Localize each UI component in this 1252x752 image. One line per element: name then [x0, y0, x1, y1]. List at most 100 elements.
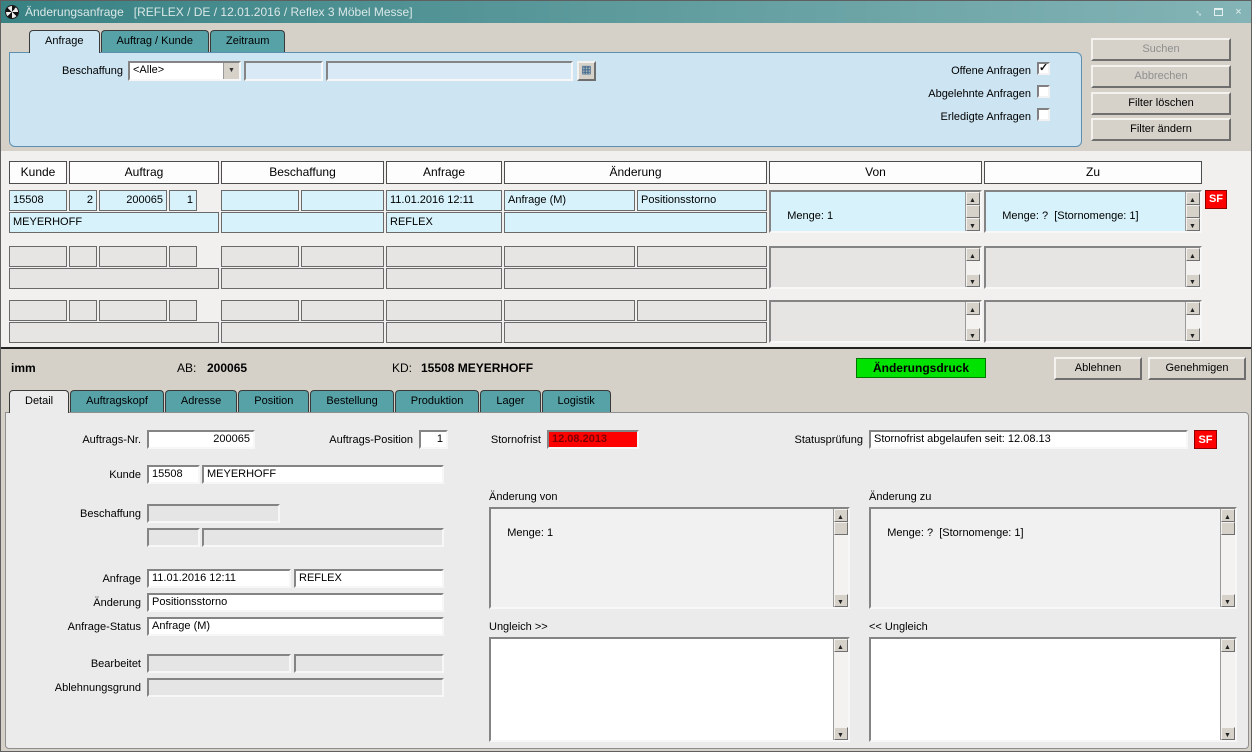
beschaffung-field-3[interactable] — [202, 528, 444, 547]
grid-empty-cell[interactable] — [386, 322, 502, 343]
scroll-thumb[interactable] — [1186, 205, 1200, 218]
scroll-up-icon[interactable] — [1221, 509, 1235, 522]
grid-zu-box[interactable]: Menge: ? [Stornomenge: 1] — [984, 190, 1202, 233]
scroll-down-icon[interactable] — [1186, 274, 1200, 287]
ablehnungsgrund-field[interactable] — [147, 678, 444, 697]
grid-empty-cell[interactable] — [221, 268, 384, 289]
maximize-icon[interactable] — [1210, 5, 1227, 20]
grid-empty-cell[interactable] — [9, 246, 67, 267]
scroll-thumb[interactable] — [1221, 522, 1235, 535]
scroll-up-icon[interactable] — [1186, 248, 1200, 261]
tab-position[interactable]: Position — [238, 390, 309, 412]
scroll-up-icon[interactable] — [966, 302, 980, 315]
scrollbar[interactable] — [1185, 248, 1200, 287]
scroll-up-icon[interactable] — [966, 248, 980, 261]
scroll-down-icon[interactable] — [966, 328, 980, 341]
cell-beschaffung-1[interactable] — [221, 190, 299, 211]
stornofrist-field[interactable]: 12.08.2013 — [547, 430, 639, 449]
grid-von-box-empty[interactable] — [769, 246, 982, 289]
titlebar[interactable]: Änderungsanfrage [REFLEX / DE / 12.01.20… — [1, 1, 1251, 23]
scroll-track[interactable] — [1186, 315, 1200, 328]
scroll-track[interactable] — [966, 315, 980, 328]
cancel-button[interactable]: Abbrechen — [1091, 65, 1231, 88]
beschaffung-name-field[interactable] — [326, 61, 573, 81]
scrollbar[interactable] — [1185, 192, 1200, 231]
scroll-down-icon[interactable] — [1221, 594, 1235, 607]
grid-empty-cell[interactable] — [9, 300, 67, 321]
grid-empty-cell[interactable] — [386, 268, 502, 289]
cell-anfrage-datum[interactable]: 11.01.2016 12:11 — [386, 190, 502, 211]
scroll-track[interactable] — [1221, 522, 1235, 594]
grid-empty-cell[interactable] — [301, 300, 384, 321]
grid-empty-cell[interactable] — [221, 300, 299, 321]
done-requests-checkbox[interactable] — [1037, 108, 1050, 121]
grid-empty-cell[interactable] — [386, 246, 502, 267]
scroll-track[interactable] — [834, 522, 848, 594]
aenderung-zu-box[interactable]: Menge: ? [Stornomenge: 1] — [869, 507, 1237, 609]
scroll-up-icon[interactable] — [1186, 302, 1200, 315]
beschaffung-field-2[interactable] — [147, 528, 200, 547]
grid-von-box-empty[interactable] — [769, 300, 982, 343]
cell-aenderung-2[interactable] — [504, 212, 767, 233]
tab-auftragskopf[interactable]: Auftragskopf — [70, 390, 164, 412]
scroll-down-icon[interactable] — [1186, 218, 1200, 231]
grid-empty-cell[interactable] — [99, 300, 167, 321]
anfrage-quelle-field[interactable]: REFLEX — [294, 569, 444, 588]
grid-empty-cell[interactable] — [69, 300, 97, 321]
scroll-up-icon[interactable] — [1186, 192, 1200, 205]
tab-bestellung[interactable]: Bestellung — [310, 390, 393, 412]
tab-adresse[interactable]: Adresse — [165, 390, 237, 412]
grid-empty-cell[interactable] — [69, 246, 97, 267]
scroll-track[interactable] — [966, 205, 980, 218]
open-requests-checkbox[interactable] — [1037, 62, 1050, 75]
anfrage-datum-field[interactable]: 11.01.2016 12:11 — [147, 569, 291, 588]
scrollbar[interactable] — [965, 192, 980, 231]
grid-empty-cell[interactable] — [99, 246, 167, 267]
change-filter-button[interactable]: Filter ändern — [1091, 118, 1231, 141]
cell-beschaffung-2[interactable] — [301, 190, 384, 211]
scroll-down-icon[interactable] — [1186, 328, 1200, 341]
grid-empty-cell[interactable] — [637, 246, 767, 267]
tab-produktion[interactable]: Produktion — [395, 390, 480, 412]
scroll-track[interactable] — [966, 261, 980, 274]
bearbeitet-field-2[interactable] — [294, 654, 444, 673]
scroll-thumb[interactable] — [966, 205, 980, 218]
grid-zu-box-empty[interactable] — [984, 246, 1202, 289]
close-icon[interactable]: × — [1230, 5, 1247, 20]
scrollbar[interactable] — [965, 248, 980, 287]
approve-button[interactable]: Genehmigen — [1148, 357, 1246, 380]
rejected-requests-checkbox[interactable] — [1037, 85, 1050, 98]
scroll-track[interactable] — [1221, 652, 1235, 727]
scroll-track[interactable] — [834, 652, 848, 727]
grid-zu-box-empty[interactable] — [984, 300, 1202, 343]
bearbeitet-field-1[interactable] — [147, 654, 291, 673]
grid-empty-cell[interactable] — [9, 322, 219, 343]
grid-empty-cell[interactable] — [221, 246, 299, 267]
scroll-down-icon[interactable] — [1221, 727, 1235, 740]
scroll-down-icon[interactable] — [834, 594, 848, 607]
scroll-down-icon[interactable] — [966, 274, 980, 287]
scrollbar[interactable] — [965, 302, 980, 341]
cell-anfrage-status[interactable]: Anfrage (M) — [504, 190, 635, 211]
grid-von-box[interactable]: Menge: 1 — [769, 190, 982, 233]
grid-empty-cell[interactable] — [504, 246, 635, 267]
reject-button[interactable]: Ablehnen — [1054, 357, 1142, 380]
scroll-thumb[interactable] — [834, 522, 848, 535]
grid-empty-cell[interactable] — [301, 246, 384, 267]
grid-empty-cell[interactable] — [504, 268, 767, 289]
search-button[interactable]: Suchen — [1091, 38, 1231, 61]
auftrags-position-field[interactable]: 1 — [419, 430, 448, 449]
grid-empty-cell[interactable] — [169, 246, 197, 267]
scrollbar[interactable] — [833, 509, 848, 607]
grid-empty-cell[interactable] — [637, 300, 767, 321]
grid-empty-cell[interactable] — [504, 322, 767, 343]
cell-auftrag-pos[interactable]: 1 — [169, 190, 197, 211]
tab-lager[interactable]: Lager — [480, 390, 540, 412]
cell-auftrag-nr[interactable]: 200065 — [99, 190, 167, 211]
scrollbar[interactable] — [1220, 509, 1235, 607]
beschaffung-field-1[interactable] — [147, 504, 280, 523]
scroll-up-icon[interactable] — [834, 509, 848, 522]
clear-filter-button[interactable]: Filter löschen — [1091, 92, 1231, 115]
statuspruefung-field[interactable]: Stornofrist abgelaufen seit: 12.08.13 — [869, 430, 1188, 449]
grid-empty-cell[interactable] — [221, 322, 384, 343]
